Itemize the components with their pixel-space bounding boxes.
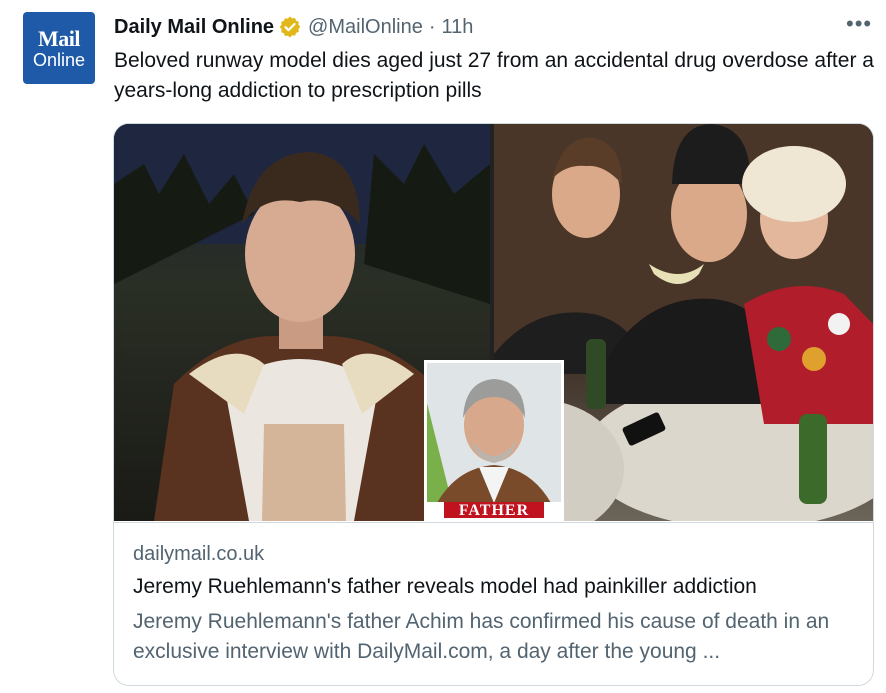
account-name[interactable]: Daily Mail Online (114, 16, 274, 39)
father-portrait-image: FATHER (424, 360, 564, 521)
avatar-brand-mail: Mail (38, 26, 81, 51)
header-separator: · (428, 15, 436, 38)
tweet-header: Daily Mail Online @MailOnline · 11h (114, 14, 473, 40)
tweet-text: Beloved runway model dies aged just 27 f… (114, 49, 874, 102)
father-label-banner: FATHER (427, 502, 561, 518)
card-body[interactable]: dailymail.co.uk Jeremy Ruehlemann's fath… (114, 522, 873, 685)
more-options-icon[interactable]: ••• (846, 13, 872, 35)
card-media[interactable]: FATHER (114, 124, 873, 521)
account-handle[interactable]: @MailOnline (308, 16, 423, 39)
avatar-brand-online: Online (32, 50, 86, 70)
link-card[interactable]: FATHER dailymail.co.uk Jeremy Ruehlemann… (113, 123, 874, 686)
card-description: Jeremy Ruehlemann's father Achim has con… (133, 610, 830, 663)
father-label-text: FATHER (444, 502, 544, 518)
card-title: Jeremy Ruehlemann's father reveals model… (133, 575, 757, 598)
card-domain: dailymail.co.uk (133, 543, 265, 565)
tweet-timestamp[interactable]: 11h (442, 16, 474, 39)
avatar[interactable]: Mail Online (23, 12, 95, 84)
verified-badge-icon (278, 15, 302, 39)
